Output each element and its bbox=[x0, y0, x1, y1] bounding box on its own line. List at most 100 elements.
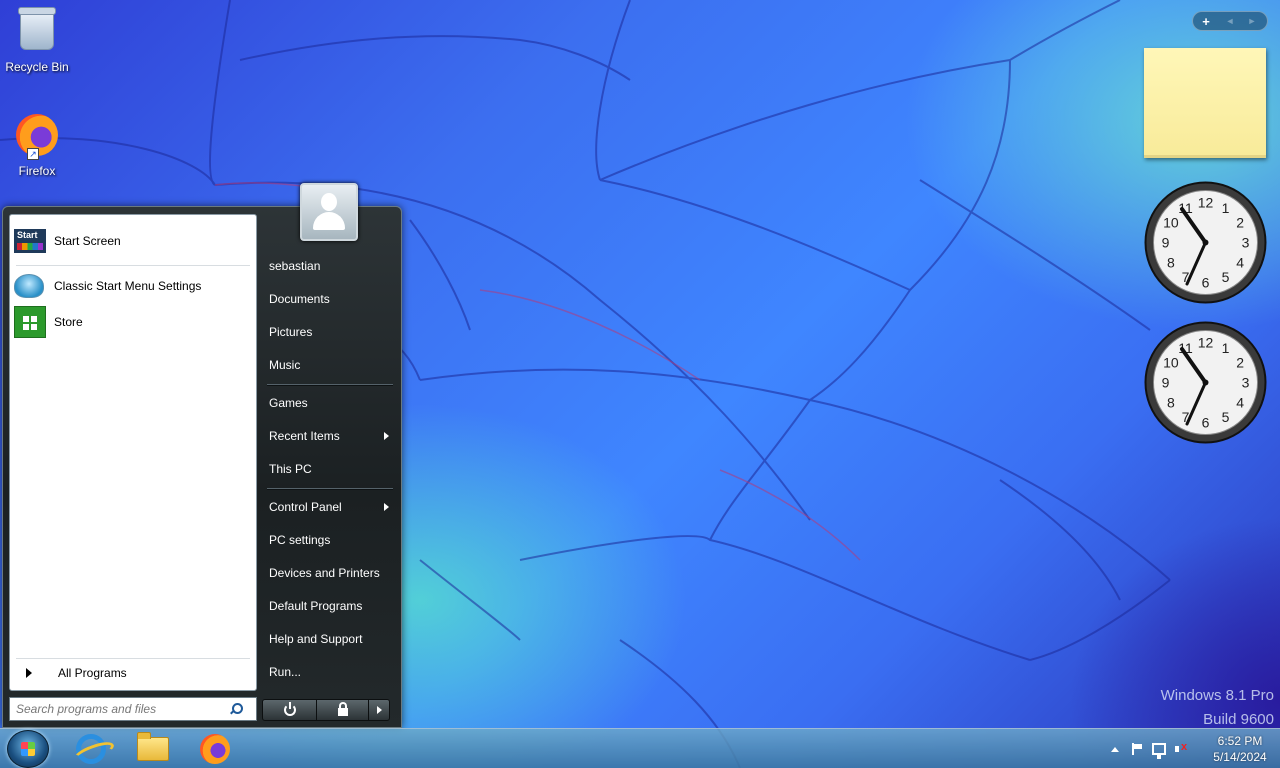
prev-gadget-button[interactable]: ◄ bbox=[1219, 16, 1241, 26]
power-icon bbox=[283, 702, 296, 716]
start-link-help-and-support[interactable]: Help and Support bbox=[265, 625, 395, 653]
clock-numeral: 3 bbox=[1242, 235, 1250, 251]
desktop-icon-recycle-bin[interactable]: Recycle Bin bbox=[0, 6, 74, 74]
taskbar-app-firefox[interactable] bbox=[192, 732, 238, 766]
clock-numeral: 3 bbox=[1242, 375, 1250, 391]
show-hidden-icons-button[interactable] bbox=[1104, 738, 1126, 760]
clock-numeral: 2 bbox=[1236, 215, 1244, 231]
start-menu: Start Start Screen Classic Start Menu Se… bbox=[2, 183, 402, 728]
next-gadget-button[interactable]: ► bbox=[1241, 16, 1263, 26]
taskbar-app-file-explorer[interactable] bbox=[130, 732, 176, 766]
start-link-label: Control Panel bbox=[269, 500, 342, 514]
clock-numeral: 8 bbox=[1167, 395, 1175, 411]
search-icon[interactable] bbox=[228, 702, 243, 716]
lock-button[interactable] bbox=[317, 700, 369, 720]
firefox-icon bbox=[200, 734, 230, 764]
start-link-pictures[interactable]: Pictures bbox=[265, 318, 395, 346]
clock-numeral: 12 bbox=[1198, 335, 1214, 351]
start-link-user-folder[interactable]: sebastian bbox=[265, 252, 395, 280]
taskbar-app-internet-explorer[interactable] bbox=[68, 732, 114, 766]
all-programs-label: All Programs bbox=[58, 666, 127, 680]
start-link-devices-and-printers[interactable]: Devices and Printers bbox=[265, 559, 395, 587]
taskbar-clock[interactable]: 6:52 PM 5/14/2024 bbox=[1205, 733, 1275, 765]
clock-numeral: 5 bbox=[1222, 269, 1230, 285]
start-link-run[interactable]: Run... bbox=[265, 658, 395, 686]
all-programs-button[interactable]: All Programs bbox=[14, 660, 252, 686]
taskbar: 6:52 PM 5/14/2024 bbox=[0, 728, 1280, 768]
clock-numeral: 6 bbox=[1202, 275, 1210, 291]
clock-numeral: 8 bbox=[1167, 255, 1175, 271]
start-item-label: Start Screen bbox=[54, 234, 121, 248]
search-input[interactable] bbox=[10, 699, 228, 719]
shell-icon bbox=[14, 274, 44, 298]
clock-gadget[interactable]: 12 1234567891011 bbox=[1143, 320, 1268, 445]
start-item-label: Classic Start Menu Settings bbox=[54, 279, 202, 293]
clock-numeral: 10 bbox=[1163, 215, 1179, 231]
action-center-button[interactable] bbox=[1126, 738, 1148, 760]
shortcut-arrow-icon: ↗ bbox=[27, 148, 39, 160]
power-controls bbox=[262, 699, 390, 721]
desktop-icon-firefox[interactable]: ↗ Firefox bbox=[0, 110, 74, 178]
clock-numeral: 4 bbox=[1236, 395, 1244, 411]
start-link-label: Default Programs bbox=[269, 599, 363, 613]
clock-numeral: 2 bbox=[1236, 355, 1244, 371]
start-link-games[interactable]: Games bbox=[265, 389, 395, 417]
menu-separator bbox=[267, 384, 393, 385]
clock-numeral: 5 bbox=[1222, 409, 1230, 425]
clock-gadget[interactable]: 12 1234567891011 bbox=[1143, 180, 1268, 305]
windows-version-watermark: Windows 8.1 Pro Build 9600 bbox=[1161, 684, 1274, 732]
start-link-recent-items[interactable]: Recent Items bbox=[265, 422, 395, 450]
recycle-bin-icon bbox=[18, 7, 56, 50]
start-screen-icon: Start bbox=[14, 229, 46, 253]
tray-date: 5/14/2024 bbox=[1213, 750, 1267, 764]
network-button[interactable] bbox=[1148, 738, 1170, 760]
start-link-control-panel[interactable]: Control Panel bbox=[265, 493, 395, 521]
volume-button[interactable] bbox=[1170, 738, 1192, 760]
sticky-note-gadget[interactable] bbox=[1144, 48, 1266, 158]
start-item-classic-start-menu-settings[interactable]: Classic Start Menu Settings bbox=[14, 268, 252, 304]
desktop-icon-label: Firefox bbox=[18, 164, 56, 178]
chevron-right-icon bbox=[376, 706, 382, 714]
user-avatar-icon[interactable] bbox=[300, 183, 358, 241]
clock-numeral: 4 bbox=[1236, 255, 1244, 271]
start-link-music[interactable]: Music bbox=[265, 351, 395, 379]
clock-numeral: 1 bbox=[1222, 200, 1230, 216]
start-link-label: Pictures bbox=[269, 325, 313, 339]
start-button[interactable] bbox=[7, 730, 49, 768]
start-search-box[interactable] bbox=[9, 697, 257, 721]
add-gadget-button[interactable]: + bbox=[1193, 14, 1219, 29]
start-link-label: Help and Support bbox=[269, 632, 363, 646]
desktop-icon-label: Recycle Bin bbox=[5, 60, 69, 74]
clock-numeral: 1 bbox=[1222, 340, 1230, 356]
start-tile-text: Start bbox=[17, 230, 38, 240]
start-item-start-screen[interactable]: Start Start Screen bbox=[14, 223, 252, 259]
start-item-label: Store bbox=[54, 315, 83, 329]
start-link-this-pc[interactable]: This PC bbox=[265, 455, 395, 483]
store-icon bbox=[14, 306, 46, 338]
clock-numeral: 9 bbox=[1162, 375, 1170, 391]
menu-separator bbox=[16, 658, 250, 659]
clock-numeral: 12 bbox=[1198, 195, 1214, 211]
start-item-store[interactable]: Store bbox=[14, 304, 252, 340]
internet-explorer-icon bbox=[76, 734, 106, 764]
start-link-pc-settings[interactable]: PC settings bbox=[265, 526, 395, 554]
file-explorer-icon bbox=[137, 732, 169, 761]
start-link-documents[interactable]: Documents bbox=[265, 285, 395, 313]
start-link-label: Music bbox=[269, 358, 301, 372]
power-options-button[interactable] bbox=[369, 700, 389, 720]
network-icon bbox=[1152, 743, 1166, 759]
start-link-label: Documents bbox=[269, 292, 330, 306]
start-menu-programs-pane: Start Start Screen Classic Start Menu Se… bbox=[9, 214, 257, 691]
watermark-edition: Windows 8.1 Pro bbox=[1160, 687, 1274, 704]
speaker-muted-icon bbox=[1175, 741, 1187, 755]
clock-numeral: 9 bbox=[1162, 235, 1170, 251]
system-tray bbox=[1104, 729, 1192, 768]
submenu-arrow-icon bbox=[384, 503, 389, 511]
menu-separator bbox=[267, 488, 393, 489]
gadget-toolbar: + ◄ ► bbox=[1192, 11, 1268, 31]
shutdown-button[interactable] bbox=[263, 700, 317, 720]
menu-separator bbox=[16, 265, 250, 266]
chevron-up-icon bbox=[1111, 746, 1119, 752]
clock-numeral: 6 bbox=[1202, 415, 1210, 431]
start-link-default-programs[interactable]: Default Programs bbox=[265, 592, 395, 620]
